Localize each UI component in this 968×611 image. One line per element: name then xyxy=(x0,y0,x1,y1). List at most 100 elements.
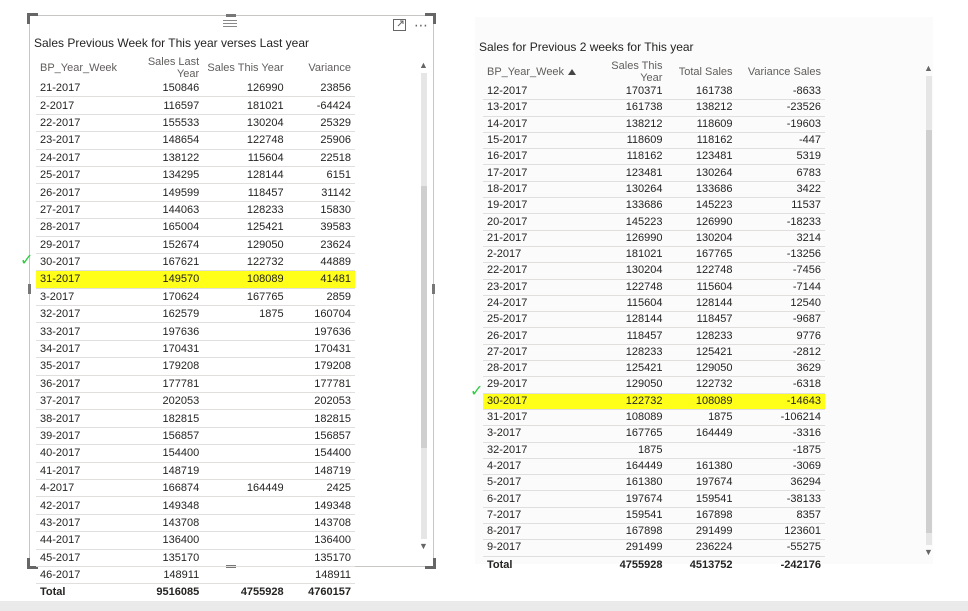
table-cell: 123481 xyxy=(666,148,737,166)
table-row[interactable]: 6-2017 197674 159541 -38133 xyxy=(483,490,825,508)
scroll-down-icon[interactable]: ▼ xyxy=(419,542,428,551)
table-row[interactable]: 23-2017 148654 122748 25906 xyxy=(36,131,355,150)
vertical-scrollbar-2[interactable]: ▲ ▼ xyxy=(924,64,933,557)
table-row[interactable]: 32-2017 162579 1875 160704 xyxy=(36,305,355,324)
table-row[interactable]: 5-2017 161380 197674 36294 xyxy=(483,474,825,492)
table-row[interactable]: 46-2017 148911 148911 xyxy=(36,566,355,585)
table-cell: 122748 xyxy=(585,279,667,296)
table-row[interactable]: 16-2017 118162 123481 5319 xyxy=(483,148,825,166)
table-cell: 21-2017 xyxy=(36,80,124,98)
focus-mode-icon[interactable] xyxy=(391,18,407,32)
table-cell: 108089 xyxy=(666,393,737,410)
scroll-thumb[interactable] xyxy=(421,186,427,448)
table-cell: 12540 xyxy=(736,295,825,313)
scroll-thumb[interactable] xyxy=(926,130,932,533)
table-row[interactable]: 17-2017 123481 130264 6783 xyxy=(483,164,825,182)
table-row[interactable]: 37-2017 202053 202053 xyxy=(36,392,355,411)
table-row[interactable]: 41-2017 148719 148719 xyxy=(36,462,355,480)
table-row[interactable]: 29-2017 152674 129050 23624 xyxy=(36,236,355,254)
table-row[interactable]: 40-2017 154400 154400 xyxy=(36,444,355,463)
table-row[interactable]: 19-2017 133686 145223 11537 xyxy=(483,197,825,215)
table-cell: 202053 xyxy=(287,392,355,411)
total-cell: Total xyxy=(483,555,586,573)
resize-handle-right[interactable] xyxy=(432,284,435,294)
table-row[interactable]: 25-2017 134295 128144 6151 xyxy=(36,166,355,185)
table-row[interactable]: 24-2017 115604 128144 12540 xyxy=(483,295,825,313)
table-row[interactable]: 30-2017 122732 108089 -14643 xyxy=(483,393,825,410)
column-header[interactable]: Sales Last Year xyxy=(123,56,203,80)
table-row[interactable]: 27-2017 128233 125421 -2812 xyxy=(483,344,825,362)
column-header-label: Variance xyxy=(308,62,351,74)
table-row[interactable]: 22-2017 155533 130204 25329 xyxy=(36,114,355,133)
table-cell: 24-2017 xyxy=(483,295,586,313)
table-visual-previous-week[interactable]: ⋯ Sales Previous Week for This year vers… xyxy=(27,13,436,601)
table-row[interactable]: 28-2017 125421 129050 3629 xyxy=(483,360,825,378)
table-row[interactable]: 2-2017 116597 181021 -64424 xyxy=(36,96,355,115)
column-header[interactable]: BP_Year_Week xyxy=(36,56,123,80)
table-row[interactable]: 14-2017 138212 118609 -19603 xyxy=(483,116,825,133)
table-row[interactable]: 26-2017 149599 118457 31142 xyxy=(36,183,355,202)
resize-handle-top-left[interactable] xyxy=(27,13,38,24)
table-row[interactable]: 22-2017 130204 122748 -7456 xyxy=(483,262,825,280)
table-cell: 135170 xyxy=(123,549,204,567)
column-header[interactable]: Sales This Year xyxy=(203,56,287,80)
table-row[interactable]: 28-2017 165004 125421 39583 xyxy=(36,218,355,237)
table-row[interactable]: 13-2017 161738 138212 -23526 xyxy=(483,99,825,117)
table-row[interactable]: 2-2017 181021 167765 -13256 xyxy=(483,246,825,264)
total-cell: Total xyxy=(36,583,124,601)
table-row[interactable]: 24-2017 138122 115604 22518 xyxy=(36,149,355,167)
table-row[interactable]: 30-2017 167621 122732 44889 xyxy=(36,253,355,272)
table-row[interactable]: 4-2017 166874 164449 2425 xyxy=(36,479,355,498)
table-row[interactable]: 3-2017 170624 167765 2859 xyxy=(36,288,355,307)
table-row[interactable]: 7-2017 159541 167898 8357 xyxy=(483,507,825,525)
table-cell: -7144 xyxy=(736,279,825,296)
scroll-up-icon[interactable]: ▲ xyxy=(419,61,428,70)
table-cell: 128144 xyxy=(666,295,737,313)
drag-grip-icon[interactable] xyxy=(223,18,237,27)
table-row[interactable]: 15-2017 118609 118162 -447 xyxy=(483,132,825,150)
table-row[interactable]: 4-2017 164449 161380 -3069 xyxy=(483,458,825,476)
table-row[interactable]: 38-2017 182815 182815 xyxy=(36,409,355,428)
table-row[interactable]: 33-2017 197636 197636 xyxy=(36,322,355,341)
scroll-down-icon[interactable]: ▼ xyxy=(924,548,933,557)
table-cell: 33-2017 xyxy=(36,322,124,341)
column-header[interactable]: Variance Sales xyxy=(737,60,825,84)
table-row[interactable]: 36-2017 177781 177781 xyxy=(36,375,355,394)
table-row[interactable]: 31-2017 108089 1875 -106214 xyxy=(483,409,825,427)
resize-handle-left[interactable] xyxy=(28,284,31,294)
table-row[interactable]: 34-2017 170431 170431 xyxy=(36,340,355,359)
table-row[interactable]: 42-2017 149348 149348 xyxy=(36,496,355,515)
column-header[interactable]: Total Sales xyxy=(666,60,736,84)
table-row[interactable]: 26-2017 118457 128233 9776 xyxy=(483,327,825,345)
table-row[interactable]: 29-2017 129050 122732 -6318 xyxy=(483,376,825,394)
table-row[interactable]: 8-2017 167898 291499 123601 xyxy=(483,523,825,541)
column-header[interactable]: Variance xyxy=(288,56,355,80)
table-row[interactable]: 35-2017 179208 179208 xyxy=(36,357,355,376)
resize-handle-bottom-right[interactable] xyxy=(425,558,436,569)
table-row[interactable]: 39-2017 156857 156857 xyxy=(36,427,355,446)
resize-handle-top[interactable] xyxy=(226,14,236,17)
table-row[interactable]: 45-2017 135170 135170 xyxy=(36,549,355,567)
table-row[interactable]: 43-2017 143708 143708 xyxy=(36,514,355,533)
table-cell: 125421 xyxy=(666,344,737,362)
table-row[interactable]: 23-2017 122748 115604 -7144 xyxy=(483,279,825,296)
column-header[interactable]: BP_Year_Week xyxy=(483,60,586,84)
vertical-scrollbar[interactable]: ▲ ▼ xyxy=(419,61,428,551)
table-cell: 43-2017 xyxy=(36,514,124,533)
table-row[interactable]: 20-2017 145223 126990 -18233 xyxy=(483,213,825,231)
scroll-up-icon[interactable]: ▲ xyxy=(924,64,933,73)
table-row[interactable]: 44-2017 136400 136400 xyxy=(36,531,355,550)
table-row[interactable]: 18-2017 130264 133686 3422 xyxy=(483,181,825,199)
table-row[interactable]: 3-2017 167765 164449 -3316 xyxy=(483,425,825,443)
more-options-icon[interactable]: ⋯ xyxy=(413,17,429,33)
table-row[interactable]: 25-2017 128144 118457 -9687 xyxy=(483,311,825,329)
table-row[interactable]: 21-2017 150846 126990 23856 xyxy=(36,80,355,98)
table-row[interactable]: 21-2017 126990 130204 3214 xyxy=(483,230,825,247)
table-row[interactable]: 27-2017 144063 128233 15830 xyxy=(36,201,355,220)
table-row[interactable]: 9-2017 291499 236224 -55275 xyxy=(483,539,825,557)
table-row[interactable]: 32-2017 1875 -1875 xyxy=(483,442,825,459)
table-row[interactable]: 12-2017 170371 161738 -8633 xyxy=(483,84,825,101)
sort-ascending-icon[interactable] xyxy=(568,69,577,76)
table-row[interactable]: 31-2017 149570 108089 41481 xyxy=(36,270,355,289)
column-header[interactable]: Sales This Year xyxy=(586,60,667,84)
